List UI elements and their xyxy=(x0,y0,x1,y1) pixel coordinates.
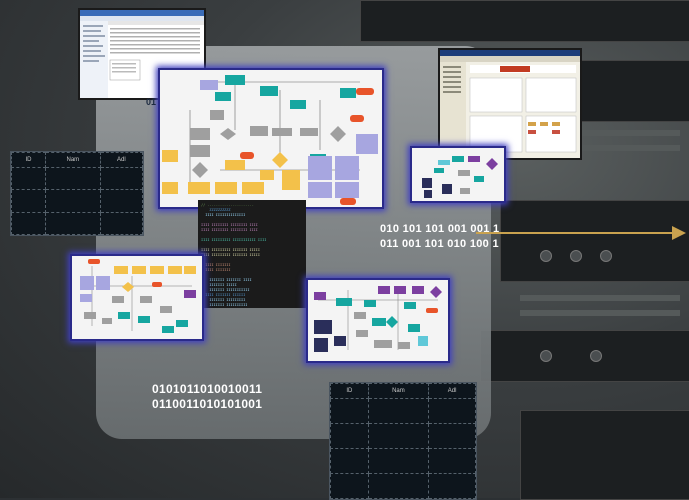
flowchart-card-small-right xyxy=(410,146,506,203)
table-row xyxy=(330,423,476,449)
binary-code-right: 010 101 101 001 001 1 011 001 101 010 10… xyxy=(380,222,499,252)
table-row xyxy=(10,166,144,191)
table-row xyxy=(330,398,476,424)
binary-line: 0110011010101001 xyxy=(152,397,263,411)
rack-unit xyxy=(500,200,689,282)
data-table-left: ID Nam Adl xyxy=(10,151,144,236)
table-header-name: Nam xyxy=(367,383,430,399)
binary-line: 0101011010010011 xyxy=(152,382,263,396)
flow-arrow-line xyxy=(476,232,676,234)
flowchart-card-bottom-right xyxy=(306,278,450,363)
flowchart-card-bottom-left xyxy=(70,254,204,341)
rack-vent xyxy=(520,310,680,316)
browser-window-thumbnail xyxy=(438,48,582,160)
data-table-bottom: ID Nam Adl xyxy=(329,382,477,500)
rack-knob-icon xyxy=(590,350,602,362)
table-row xyxy=(10,211,144,236)
binary-line: 010 101 101 001 001 1 xyxy=(380,223,500,235)
rack-knob-icon xyxy=(570,250,582,262)
table-header-adl: Adl xyxy=(99,152,144,168)
table-row xyxy=(330,473,476,499)
flowchart-card-large xyxy=(158,68,384,209)
binary-code-bottom: 0101011010010011 0110011010101001 xyxy=(152,382,262,412)
table-header-adl: Adl xyxy=(428,383,476,399)
rack-vent xyxy=(520,295,680,301)
table-row xyxy=(330,448,476,474)
label-01: 01 xyxy=(146,97,157,107)
rack-unit xyxy=(360,0,689,42)
arrow-right-icon xyxy=(672,226,686,240)
rack-unit xyxy=(520,410,689,500)
table-row xyxy=(10,189,144,213)
rack-knob-icon xyxy=(600,250,612,262)
rack-knob-icon xyxy=(540,350,552,362)
table-header-name: Nam xyxy=(45,152,101,168)
binary-line: 011 001 101 010 100 1 xyxy=(380,238,499,250)
rack-knob-icon xyxy=(540,250,552,262)
table-header-id: ID xyxy=(330,383,369,399)
rack-unit xyxy=(480,330,689,382)
code-editor-thumbnail: // ---------------------- ZZZZZZZZZZ III… xyxy=(198,200,306,308)
table-header-id: ID xyxy=(10,152,47,168)
